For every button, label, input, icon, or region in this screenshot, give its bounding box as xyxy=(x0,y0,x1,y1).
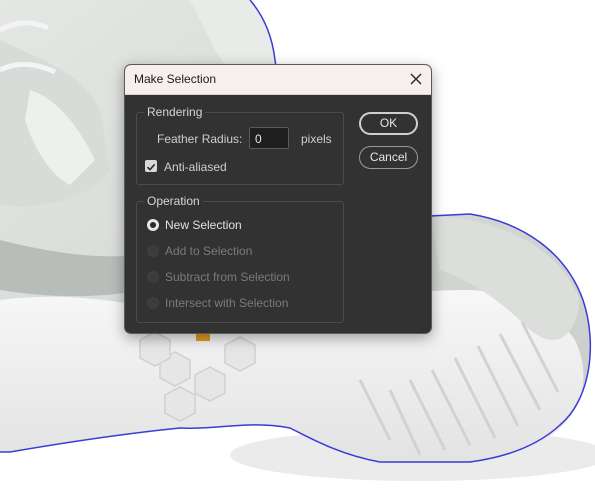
operation-group-title: Operation xyxy=(144,194,203,208)
add-to-selection-radio xyxy=(147,245,159,257)
subtract-from-selection-label: Subtract from Selection xyxy=(165,270,290,284)
feather-radius-label: Feather Radius: xyxy=(157,132,243,146)
checkmark-icon xyxy=(146,163,156,171)
close-button[interactable] xyxy=(405,68,427,90)
dialog-titlebar[interactable]: Make Selection xyxy=(125,65,431,95)
new-selection-radio[interactable] xyxy=(147,219,159,231)
dialog-title: Make Selection xyxy=(134,72,217,86)
ok-button[interactable]: OK xyxy=(359,112,418,135)
anti-aliased-checkbox[interactable] xyxy=(145,160,157,172)
anti-aliased-label[interactable]: Anti-aliased xyxy=(164,160,227,174)
rendering-group-title: Rendering xyxy=(144,105,206,119)
make-selection-dialog: Make Selection Rendering Feather Radius:… xyxy=(124,64,432,334)
close-icon xyxy=(410,73,422,85)
cancel-button[interactable]: Cancel xyxy=(359,146,418,169)
feather-radius-value: 0 xyxy=(255,132,262,146)
intersect-with-selection-radio xyxy=(147,297,159,309)
rendering-group xyxy=(136,112,344,185)
pixels-unit-label: pixels xyxy=(301,132,332,146)
photo-canvas[interactable]: Make Selection Rendering Feather Radius:… xyxy=(0,0,595,493)
intersect-with-selection-label: Intersect with Selection xyxy=(165,296,289,310)
feather-radius-input[interactable]: 0 xyxy=(249,127,289,149)
subtract-from-selection-radio xyxy=(147,271,159,283)
new-selection-label[interactable]: New Selection xyxy=(165,218,242,232)
add-to-selection-label: Add to Selection xyxy=(165,244,253,258)
